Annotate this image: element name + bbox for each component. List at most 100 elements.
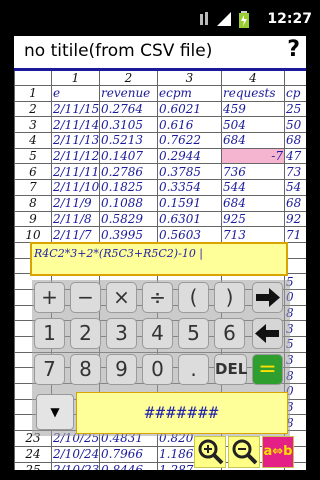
row-header[interactable]: 2 <box>14 100 52 118</box>
table-cell[interactable]: 925 <box>221 210 285 228</box>
minus-key[interactable]: − <box>70 282 101 313</box>
table-cell[interactable]: 736 <box>221 163 285 181</box>
cell-value-display[interactable]: ####### <box>76 392 288 434</box>
table-cell[interactable]: 0.8446 <box>99 461 158 470</box>
arrow-right-key[interactable] <box>252 282 283 313</box>
decimal-key[interactable]: . <box>178 354 209 385</box>
table-cell[interactable]: 92 <box>284 210 306 228</box>
row-header[interactable]: 6 <box>14 163 52 181</box>
digit-8-key[interactable]: 8 <box>70 354 101 385</box>
table-cell[interactable]: 25 <box>284 100 306 118</box>
table-cell[interactable]: 54 <box>284 179 306 196</box>
table-cell[interactable]: 0.7966 <box>99 445 158 463</box>
table-cell[interactable]: 0.2944 <box>157 147 222 165</box>
close-paren-key[interactable]: ) <box>214 282 245 313</box>
table-cell[interactable]: 2/11/10 <box>51 179 100 196</box>
table-cell[interactable]: cp <box>284 85 306 102</box>
table-cell[interactable]: 2/11/12 <box>51 147 100 165</box>
table-cell[interactable]: 0.3995 <box>99 226 158 243</box>
table-cell[interactable]: 2/11/13 <box>51 132 100 149</box>
table-cell[interactable]: 0.1407 <box>99 147 158 165</box>
table-cell[interactable]: 71 <box>284 226 306 243</box>
table-cell[interactable]: 2/11/11 <box>51 163 100 181</box>
dropdown-button[interactable]: ▼ <box>36 394 74 430</box>
row-header[interactable]: 1 <box>14 85 52 102</box>
table-cell[interactable]: 0.5213 <box>99 132 158 149</box>
column-header[interactable] <box>284 68 306 86</box>
row-header[interactable]: 7 <box>14 179 52 196</box>
table-cell[interactable]: 47 <box>284 147 306 165</box>
corner-cell[interactable] <box>14 68 52 86</box>
table-cell[interactable]: 0.2786 <box>99 163 158 181</box>
table-cell[interactable]: 73 <box>284 163 306 181</box>
row-header[interactable]: 25 <box>14 461 52 470</box>
table-cell[interactable]: 0.1088 <box>99 194 158 212</box>
digit-1-key[interactable]: 1 <box>34 318 65 349</box>
row-header[interactable]: 5 <box>14 147 52 165</box>
row-header[interactable]: 24 <box>14 445 52 463</box>
delete-key[interactable]: DEL <box>214 354 247 385</box>
column-header[interactable]: 3 <box>157 68 222 86</box>
table-cell[interactable]: requests <box>221 85 285 102</box>
table-cell[interactable]: 0.5603 <box>157 226 222 243</box>
digit-5-key[interactable]: 5 <box>178 318 209 349</box>
table-cell[interactable]: ecpm <box>157 85 222 102</box>
digit-7-key[interactable]: 7 <box>34 354 65 385</box>
plus-key[interactable]: + <box>34 282 65 313</box>
table-cell[interactable]: 0.616 <box>157 116 222 134</box>
zoom-in-button[interactable] <box>194 436 226 468</box>
digit-3-key[interactable]: 3 <box>106 318 137 349</box>
table-cell[interactable]: 2/10/23 <box>51 461 100 470</box>
table-cell[interactable]: 2/11/7 <box>51 226 100 243</box>
table-cell[interactable]: 0.6301 <box>157 210 222 228</box>
table-cell[interactable]: 0.3354 <box>157 179 222 196</box>
formula-input[interactable]: R4C2*3+2*(R5C3+R5C2)-10 | <box>30 242 288 276</box>
digit-9-key[interactable]: 9 <box>106 354 137 385</box>
row-header[interactable]: 8 <box>14 194 52 212</box>
open-paren-key[interactable]: ( <box>178 282 209 313</box>
row-header[interactable]: 4 <box>14 132 52 149</box>
table-cell[interactable]: 544 <box>221 179 285 196</box>
table-cell[interactable]: 2/11/8 <box>51 210 100 228</box>
zoom-out-button[interactable] <box>228 436 260 468</box>
table-cell[interactable]: 0.5829 <box>99 210 158 228</box>
help-button[interactable]: ? <box>287 37 300 62</box>
digit-2-key[interactable]: 2 <box>70 318 101 349</box>
swap-ab-button[interactable]: a⇔b <box>262 436 294 468</box>
table-cell[interactable]: 2/11/9 <box>51 194 100 212</box>
arrow-left-key[interactable] <box>252 318 283 349</box>
table-cell[interactable]: 68 <box>284 132 306 149</box>
digit-6-key[interactable]: 6 <box>214 318 245 349</box>
table-cell[interactable]: 0.6021 <box>157 100 222 118</box>
table-cell[interactable]: 0.3785 <box>157 163 222 181</box>
table-cell[interactable]: -7 <box>221 147 285 165</box>
table-cell[interactable]: e <box>51 85 100 102</box>
table-cell[interactable]: 0.2764 <box>99 100 158 118</box>
divide-key[interactable]: ÷ <box>142 282 173 313</box>
table-cell[interactable]: revenue <box>99 85 158 102</box>
table-cell[interactable]: 2/11/14 <box>51 116 100 134</box>
table-cell[interactable]: 50 <box>284 116 306 134</box>
table-cell[interactable]: 713 <box>221 226 285 243</box>
digit-4-key[interactable]: 4 <box>142 318 173 349</box>
row-header[interactable]: 10 <box>14 226 52 243</box>
table-cell[interactable]: 684 <box>221 194 285 212</box>
digit-0-key[interactable]: 0 <box>142 354 173 385</box>
table-cell[interactable]: 68 <box>284 194 306 212</box>
column-header[interactable]: 1 <box>51 68 100 86</box>
table-cell[interactable]: 0.1825 <box>99 179 158 196</box>
table-cell[interactable]: 684 <box>221 132 285 149</box>
multiply-key[interactable]: × <box>106 282 137 313</box>
equals-key[interactable]: = <box>252 354 283 385</box>
table-cell[interactable]: 0.7622 <box>157 132 222 149</box>
column-header[interactable]: 2 <box>99 68 158 86</box>
table-cell[interactable]: 0.3105 <box>99 116 158 134</box>
table-cell[interactable]: 459 <box>221 100 285 118</box>
table-cell[interactable]: 2/11/15 <box>51 100 100 118</box>
table-cell[interactable]: 2/10/24 <box>51 445 100 463</box>
row-header[interactable]: 3 <box>14 116 52 134</box>
table-cell[interactable]: 504 <box>221 116 285 134</box>
column-header[interactable]: 4 <box>221 68 285 86</box>
table-cell[interactable]: 0.1591 <box>157 194 222 212</box>
row-header[interactable]: 9 <box>14 210 52 228</box>
